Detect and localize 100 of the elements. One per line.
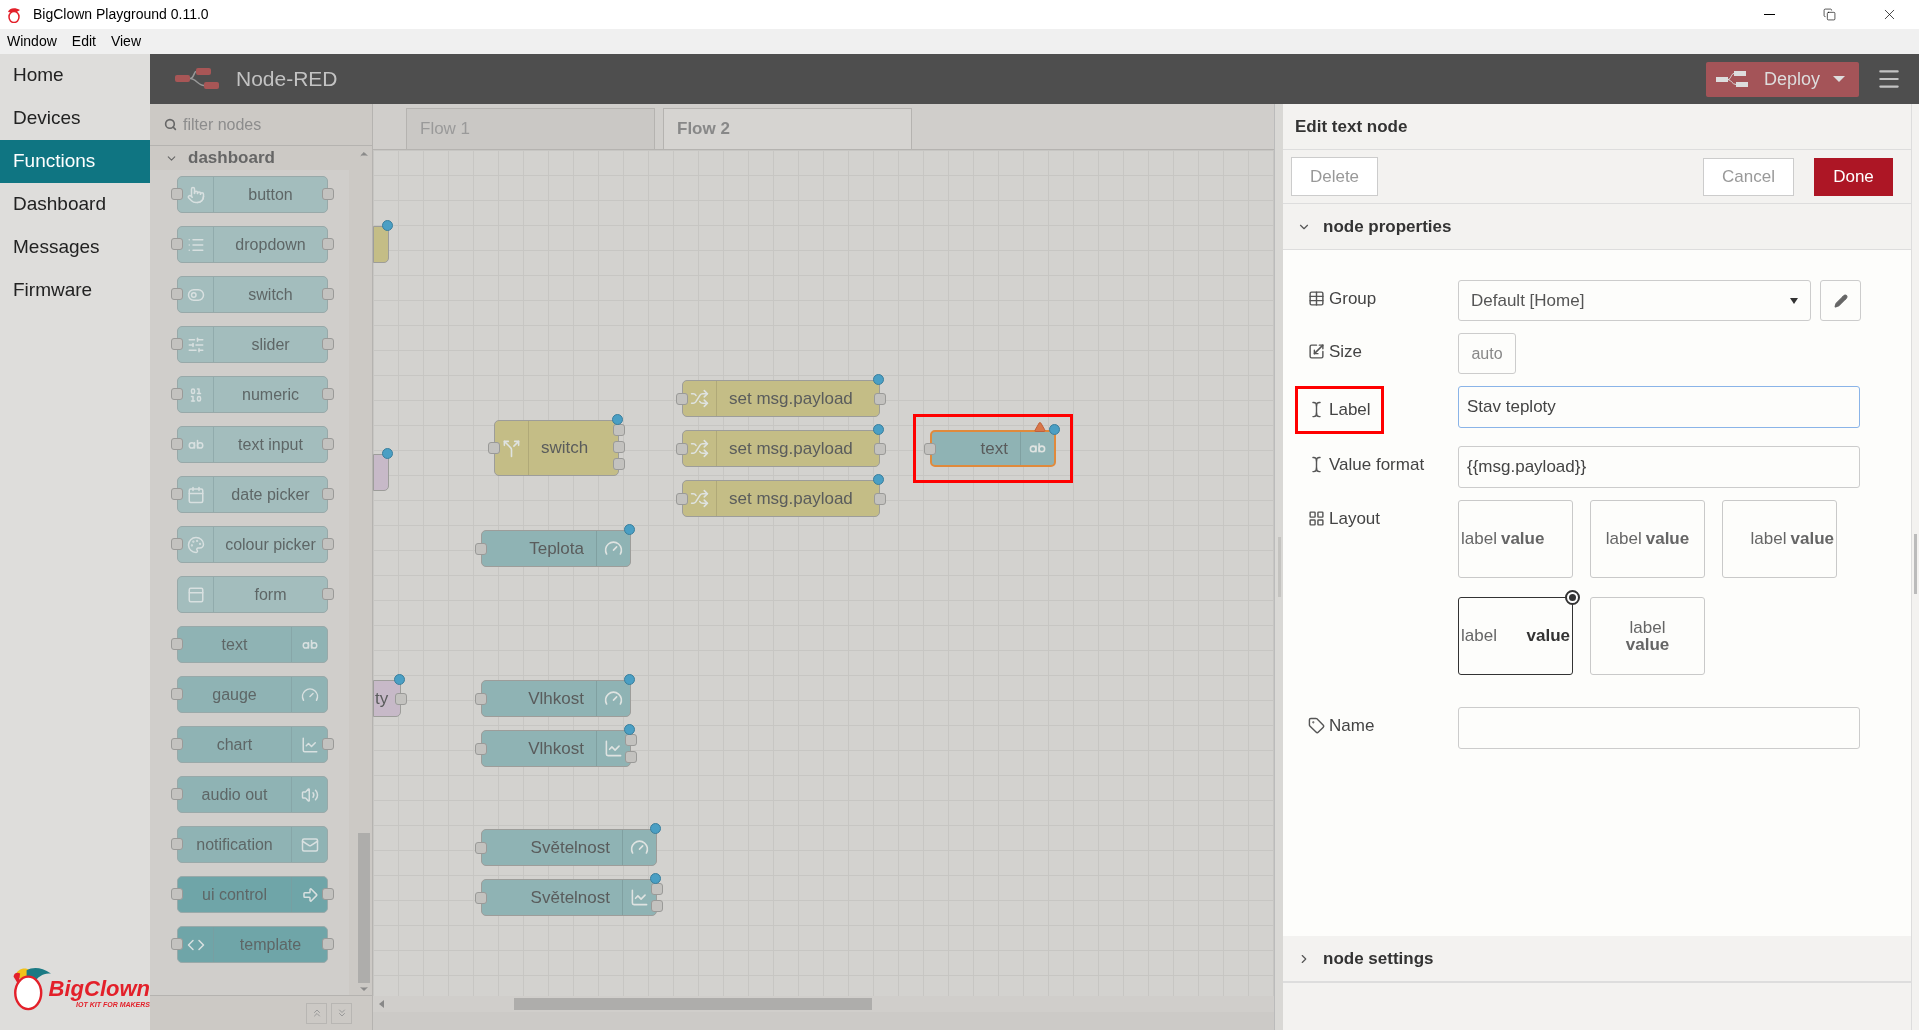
filter-field[interactable]: filter nodes: [150, 104, 372, 146]
node-port[interactable]: [625, 751, 637, 763]
node-port[interactable]: [171, 288, 183, 300]
node-port[interactable]: [322, 938, 334, 950]
flow-node[interactable]: [373, 226, 389, 263]
group-select[interactable]: Default [Home]: [1458, 280, 1811, 321]
cancel-button[interactable]: Cancel: [1703, 157, 1794, 196]
palette-node[interactable]: chart: [177, 726, 328, 763]
text-field[interactable]: [1458, 706, 1860, 749]
scrollbar-thumb[interactable]: [1914, 534, 1917, 594]
text-field[interactable]: Stav teploty: [1458, 386, 1860, 428]
flow-node[interactable]: switch: [494, 420, 619, 476]
flow-node[interactable]: [373, 454, 389, 491]
flow-node[interactable]: Teplota: [481, 530, 631, 567]
menu-item[interactable]: Window: [7, 31, 57, 52]
node-port[interactable]: [171, 488, 183, 500]
palette-node[interactable]: text input: [177, 426, 328, 463]
node-port[interactable]: [475, 542, 487, 555]
nav-item[interactable]: Devices: [0, 97, 150, 140]
node-port[interactable]: [171, 738, 183, 750]
node-port[interactable]: [322, 588, 334, 600]
node-port[interactable]: [475, 841, 487, 854]
palette-node[interactable]: ui control: [177, 876, 328, 913]
node-port[interactable]: [488, 442, 500, 454]
flow-node[interactable]: Světelnost: [481, 879, 657, 916]
section-header[interactable]: node settings: [1283, 936, 1911, 982]
node-port[interactable]: [171, 688, 183, 700]
flow-node[interactable]: set msg.payload: [682, 480, 880, 517]
node-port[interactable]: [171, 838, 183, 850]
palette-node[interactable]: colour picker: [177, 526, 328, 563]
node-port[interactable]: [475, 742, 487, 755]
palette-node[interactable]: audio out: [177, 776, 328, 813]
menu-item[interactable]: Edit: [71, 31, 96, 52]
flow-node[interactable]: Vlhkost: [481, 730, 631, 767]
node-port[interactable]: [171, 238, 183, 250]
node-port[interactable]: [651, 883, 663, 895]
palette-node[interactable]: date picker: [177, 476, 328, 513]
node-port[interactable]: [676, 392, 688, 405]
flow-node[interactable]: Vlhkost: [481, 680, 631, 717]
nav-item[interactable]: Functions: [0, 140, 150, 183]
palette-node[interactable]: switch: [177, 276, 328, 313]
node-port[interactable]: [322, 738, 334, 750]
node-port[interactable]: [171, 638, 183, 650]
node-port[interactable]: [924, 442, 936, 455]
layout-option[interactable]: label value: [1458, 499, 1573, 578]
palette-node[interactable]: slider: [177, 326, 328, 363]
palette-node[interactable]: button: [177, 176, 328, 213]
scrollbar-thumb[interactable]: [358, 833, 370, 983]
layout-option[interactable]: label value: [1458, 596, 1573, 675]
palette-node[interactable]: template: [177, 926, 328, 963]
expand-button[interactable]: [306, 1002, 327, 1024]
node-port[interactable]: [171, 538, 183, 550]
done-button[interactable]: Done: [1814, 157, 1893, 196]
node-port[interactable]: [874, 392, 886, 405]
node-port[interactable]: [322, 538, 334, 550]
node-port[interactable]: [322, 238, 334, 250]
node-port[interactable]: [322, 288, 334, 300]
node-port[interactable]: [874, 442, 886, 455]
node-port[interactable]: [171, 338, 183, 350]
collapse-button[interactable]: [331, 1002, 352, 1024]
nav-item[interactable]: Dashboard: [0, 183, 150, 226]
scrollbar-thumb[interactable]: [514, 998, 872, 1010]
node-port[interactable]: [171, 938, 183, 950]
node-port[interactable]: [613, 458, 625, 470]
node-port[interactable]: [171, 888, 183, 900]
node-port[interactable]: [171, 188, 183, 200]
node-port[interactable]: [613, 424, 625, 436]
node-port[interactable]: [475, 891, 487, 904]
text-field[interactable]: {{msg.payload}}: [1458, 445, 1860, 488]
node-port[interactable]: [625, 734, 637, 746]
size-button[interactable]: auto: [1458, 333, 1516, 374]
flow-node[interactable]: ty: [373, 680, 401, 717]
node-port[interactable]: [475, 692, 487, 705]
palette-node[interactable]: numeric: [177, 376, 328, 413]
layout-option[interactable]: label value: [1590, 596, 1705, 675]
nav-item[interactable]: Firmware: [0, 269, 150, 312]
node-port[interactable]: [676, 442, 688, 455]
node-port[interactable]: [322, 438, 334, 450]
node-port[interactable]: [322, 888, 334, 900]
node-port[interactable]: [322, 188, 334, 200]
layout-option[interactable]: label value: [1722, 499, 1837, 578]
edit-button[interactable]: [1820, 280, 1861, 321]
palette-node[interactable]: text: [177, 626, 328, 663]
node-port[interactable]: [651, 900, 663, 912]
node-port[interactable]: [676, 492, 688, 505]
node-port[interactable]: [613, 441, 625, 453]
nav-item[interactable]: Messages: [0, 226, 150, 269]
layout-option[interactable]: label value: [1590, 499, 1705, 578]
node-port[interactable]: [322, 488, 334, 500]
node-port[interactable]: [395, 692, 407, 705]
node-port[interactable]: [171, 438, 183, 450]
flow-node[interactable]: set msg.payload: [682, 380, 880, 417]
palette-node[interactable]: form: [177, 576, 328, 613]
nav-item[interactable]: Home: [0, 54, 150, 97]
node-port[interactable]: [874, 492, 886, 505]
node-port[interactable]: [171, 388, 183, 400]
node-port[interactable]: [171, 788, 183, 800]
node-port[interactable]: [322, 338, 334, 350]
node-port[interactable]: [322, 388, 334, 400]
palette-node[interactable]: notification: [177, 826, 328, 863]
